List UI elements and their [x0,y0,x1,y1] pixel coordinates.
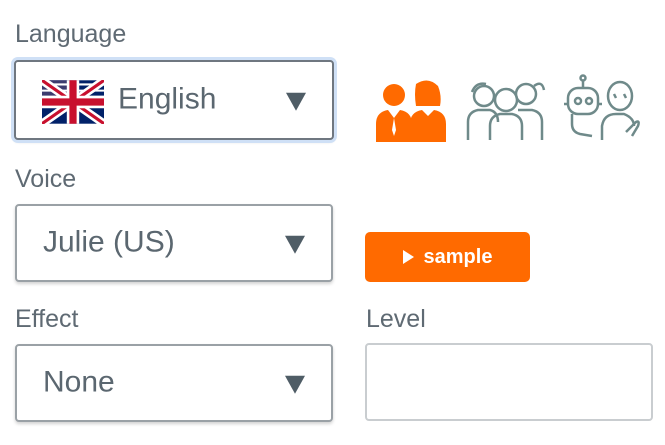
language-value: English [118,82,217,116]
voice-value: Julie (US) [43,225,175,259]
chevron-down-icon [285,235,305,254]
effect-label: Effect [15,305,79,333]
uk-flag-icon [42,80,104,124]
voice-label: Voice [15,165,77,193]
level-label: Level [366,305,426,333]
chevron-down-icon [285,375,305,394]
language-label: Language [15,20,127,48]
chevron-down-icon [286,92,306,111]
level-input[interactable] [365,343,653,421]
sample-button[interactable]: sample [365,232,530,282]
robot-icon[interactable] [562,74,642,144]
children-icon[interactable] [466,76,546,142]
effect-value: None [43,365,115,399]
adult-couple-icon[interactable] [372,78,450,142]
effect-select[interactable]: None [15,344,333,422]
language-select[interactable]: English [14,60,334,140]
voice-select[interactable]: Julie (US) [15,204,333,282]
sample-button-label: sample [423,245,493,268]
play-icon [402,250,414,264]
